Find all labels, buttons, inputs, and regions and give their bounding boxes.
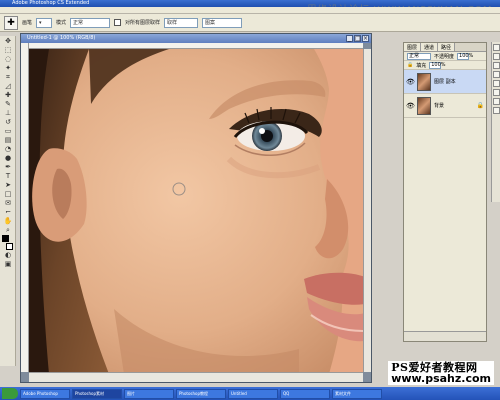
- layer-thumbnail: [417, 72, 431, 91]
- taskbar-item[interactable]: QQ: [280, 388, 330, 399]
- opacity-input[interactable]: 100%: [457, 52, 473, 60]
- eyedropper-tool-icon[interactable]: ⌐: [2, 208, 14, 216]
- taskbar-item[interactable]: 图片: [124, 388, 174, 399]
- brush-tool-icon[interactable]: ✎: [2, 100, 14, 108]
- color-icon[interactable]: [493, 62, 500, 69]
- dodge-tool-icon[interactable]: ●: [2, 154, 14, 162]
- brush-size-picker[interactable]: ▾: [36, 17, 53, 28]
- zoom-tool-icon[interactable]: ⌕: [2, 226, 14, 234]
- move-tool-icon[interactable]: ✥: [2, 37, 14, 45]
- start-button[interactable]: [2, 388, 18, 399]
- brushes-icon[interactable]: [493, 107, 500, 114]
- fill-row: 🔒 填充 100%: [404, 61, 486, 70]
- panel-footer: [404, 331, 486, 341]
- source-select[interactable]: 取样: [164, 17, 199, 28]
- path-select-tool-icon[interactable]: ➤: [2, 181, 14, 189]
- history-icon[interactable]: [493, 89, 500, 96]
- minimize-icon[interactable]: _: [346, 35, 353, 42]
- watermark-line-2: www.psahz.com: [391, 372, 491, 385]
- vertical-scrollbar[interactable]: [363, 49, 371, 372]
- taskbar-item[interactable]: Photoshop教程: [176, 388, 226, 399]
- notes-tool-icon[interactable]: ✉: [2, 199, 14, 207]
- eraser-tool-icon[interactable]: ▭: [2, 127, 14, 135]
- image-canvas[interactable]: [29, 49, 363, 372]
- background-color-swatch[interactable]: [6, 243, 13, 250]
- screen-mode-icon[interactable]: ▣: [2, 260, 14, 268]
- tab-layers[interactable]: 图层: [404, 43, 422, 51]
- sample-all-checkbox[interactable]: [114, 19, 122, 26]
- quick-mask-icon[interactable]: ◐: [2, 251, 14, 259]
- tab-paths[interactable]: 路径: [438, 43, 456, 51]
- options-bar: ✚ 画笔 ▾ 模式 正常 对所有图层取样 取样 图案: [0, 14, 500, 32]
- document-title: Untitled-1 @ 100% (RGB/8): [27, 35, 96, 41]
- lasso-tool-icon[interactable]: ◌: [2, 55, 14, 63]
- layer-name: 图层 副本: [434, 79, 456, 85]
- close-icon[interactable]: ×: [362, 35, 369, 42]
- layer-item[interactable]: 👁 背景 🔒: [404, 94, 486, 118]
- marquee-tool-icon[interactable]: ⬚: [2, 46, 14, 54]
- taskbar-item[interactable]: Adobe Photoshop: [20, 388, 70, 399]
- navigator-icon[interactable]: [493, 44, 500, 51]
- taskbar-item[interactable]: Untitled: [228, 388, 278, 399]
- menu-bar[interactable]: [0, 7, 500, 14]
- info-icon[interactable]: [493, 53, 500, 60]
- watermark-bottom: PS爱好者教程网 www.psahz.com: [388, 361, 494, 385]
- brush-label: 画笔: [22, 20, 33, 26]
- tab-channels[interactable]: 通道: [421, 43, 439, 51]
- app-title: Adobe Photoshop CS Extended: [12, 0, 90, 6]
- vertical-ruler: [21, 43, 29, 372]
- blend-mode-select[interactable]: 正常: [407, 52, 431, 60]
- document-window: Untitled-1 @ 100% (RGB/8) _ □ ×: [20, 33, 372, 383]
- taskbar-item[interactable]: Photoshop素材: [72, 388, 122, 399]
- sample-label: 对所有图层取样: [125, 20, 161, 26]
- fill-label: 填充: [416, 62, 427, 69]
- taskbar: Adobe Photoshop Photoshop素材 图片 Photoshop…: [0, 387, 500, 400]
- shape-tool-icon[interactable]: □: [2, 190, 14, 198]
- foreground-color-swatch[interactable]: [2, 235, 9, 242]
- crop-tool-icon[interactable]: ⌗: [2, 73, 14, 81]
- lock-icon[interactable]: 🔒: [407, 62, 413, 68]
- stamp-tool-icon[interactable]: ⊥: [2, 109, 14, 117]
- layer-item[interactable]: 👁 图层 副本: [404, 70, 486, 94]
- blend-row: 正常 不透明度 100%: [404, 52, 486, 61]
- eye-icon[interactable]: 👁: [406, 102, 415, 110]
- healing-tool-icon[interactable]: ✚: [2, 91, 14, 99]
- fill-input[interactable]: 100%: [429, 61, 446, 69]
- gradient-tool-icon[interactable]: ▤: [2, 136, 14, 144]
- styles-icon[interactable]: [493, 80, 500, 87]
- pen-tool-icon[interactable]: ✒: [2, 163, 14, 171]
- history-brush-tool-icon[interactable]: ↺: [2, 118, 14, 126]
- hand-tool-icon[interactable]: ✋: [2, 217, 14, 225]
- layer-thumbnail: [417, 96, 431, 115]
- slice-tool-icon[interactable]: ◿: [2, 82, 14, 90]
- maximize-icon[interactable]: □: [354, 35, 361, 42]
- document-titlebar[interactable]: Untitled-1 @ 100% (RGB/8) _ □ ×: [21, 34, 371, 43]
- layer-name: 背景: [434, 103, 445, 109]
- swatches-icon[interactable]: [493, 71, 500, 78]
- layers-panel: 图层 通道 路径 正常 不透明度 100% 🔒 填充 100% 👁 图层 副本 …: [403, 42, 487, 342]
- taskbar-item[interactable]: 素材文件: [332, 388, 382, 399]
- blur-tool-icon[interactable]: ◔: [2, 145, 14, 153]
- mode-label: 模式: [56, 20, 67, 26]
- magic-wand-tool-icon[interactable]: ✦: [2, 64, 14, 72]
- panel-tabs: 图层 通道 路径: [404, 43, 486, 52]
- pattern-select[interactable]: 图案: [202, 17, 243, 28]
- horizontal-scrollbar[interactable]: [29, 372, 363, 382]
- actions-icon[interactable]: [493, 98, 500, 105]
- mode-select[interactable]: 正常: [70, 17, 111, 28]
- type-tool-icon[interactable]: T: [2, 172, 14, 180]
- layer-lock-icon: 🔒: [476, 102, 484, 109]
- eye-icon[interactable]: 👁: [406, 78, 415, 86]
- opacity-label: 不透明度: [434, 53, 455, 60]
- toolbox: ✥ ⬚ ◌ ✦ ⌗ ◿ ✚ ✎ ⊥ ↺ ▭ ▤ ◔ ● ✒ T ➤ □ ✉ ⌐ …: [0, 36, 16, 366]
- portrait-photo: [29, 49, 363, 372]
- healing-brush-tool-icon[interactable]: ✚: [4, 15, 18, 30]
- palette-well: [491, 42, 500, 202]
